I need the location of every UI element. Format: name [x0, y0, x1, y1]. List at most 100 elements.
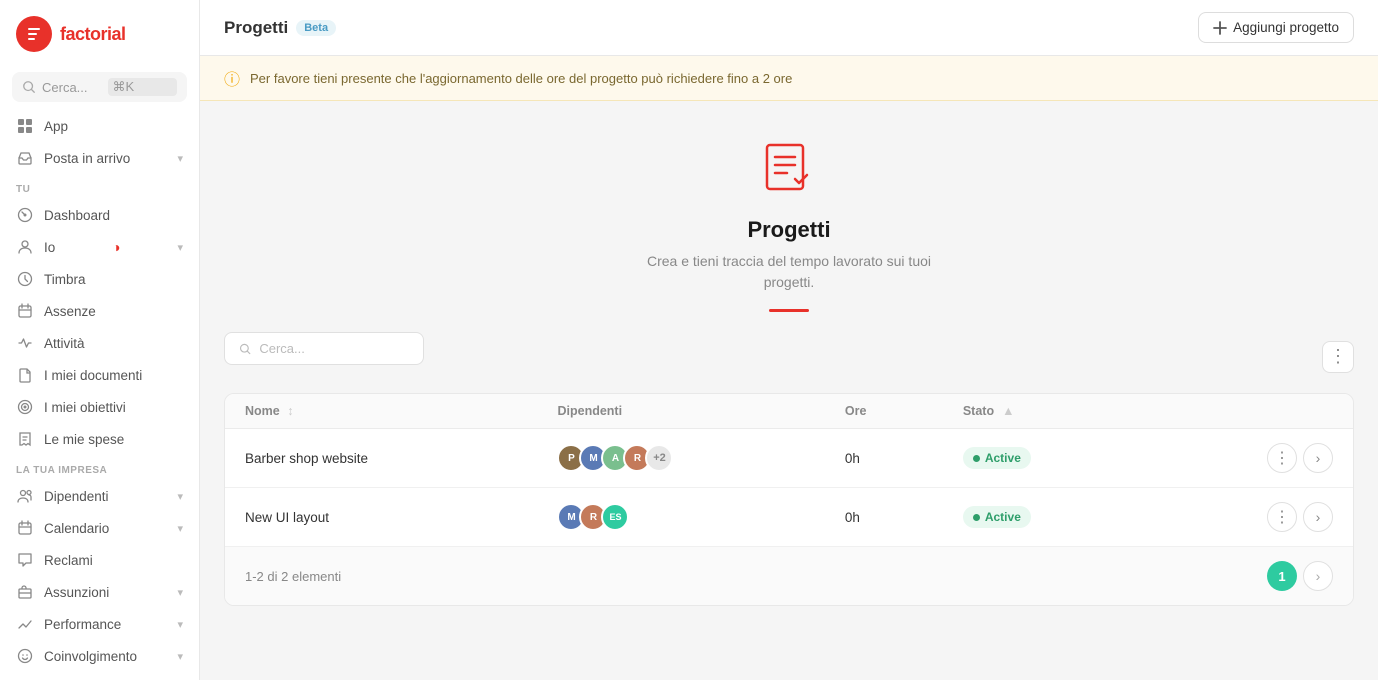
sidebar-item-assenze[interactable]: Assenze	[0, 295, 199, 327]
sidebar-item-rilevazione[interactable]: Rilevazione prese...	[0, 672, 199, 680]
sidebar-item-assunzioni-label: Assunzioni	[44, 585, 109, 600]
sidebar-search[interactable]: Cerca... ⌘K	[12, 72, 187, 102]
clock-icon	[16, 270, 34, 288]
status-badge: Active	[963, 506, 1031, 528]
calendar-icon	[16, 519, 34, 537]
pagination-controls: 1 ›	[943, 547, 1353, 606]
chart-icon	[16, 615, 34, 633]
status-dot	[973, 455, 980, 462]
briefcase-icon	[16, 583, 34, 601]
hero-divider	[769, 309, 809, 312]
sidebar-item-dipendenti[interactable]: Dipendenti ▾	[0, 480, 199, 512]
activity-icon	[16, 334, 34, 352]
sidebar-item-dipendenti-label: Dipendenti	[44, 489, 109, 504]
section-label-tu: TU	[0, 174, 199, 199]
row-more-btn-1[interactable]: ⋮	[1267, 443, 1297, 473]
current-page: 1	[1267, 561, 1297, 591]
table-search-bar[interactable]	[224, 332, 424, 365]
status-dot	[973, 514, 980, 521]
pagination-text: 1-2 di 2 elementi	[225, 547, 943, 606]
sidebar-item-reclami-label: Reclami	[44, 553, 93, 568]
hero-title: Progetti	[747, 217, 830, 243]
table-search-icon	[239, 342, 251, 356]
table-search-input[interactable]	[259, 341, 409, 356]
search-icon	[22, 80, 36, 94]
chevron-icon-cal: ▾	[177, 522, 183, 535]
sidebar-item-obiettivi[interactable]: I miei obiettivi	[0, 391, 199, 423]
calendar-x-icon	[16, 302, 34, 320]
sidebar-item-obiettivi-label: I miei obiettivi	[44, 400, 126, 415]
sort-nome-icon: ↕	[287, 404, 293, 418]
sidebar-item-app-label: App	[44, 119, 68, 134]
table-section: ⋮ Nome ↕ Dipendenti	[200, 332, 1378, 630]
sidebar-item-app[interactable]: App	[0, 110, 199, 142]
sidebar-item-spese-label: Le mie spese	[44, 432, 124, 447]
table-options-btn[interactable]: ⋮	[1322, 341, 1354, 373]
sidebar-item-coinvolgimento[interactable]: Coinvolgimento ▾	[0, 640, 199, 672]
project-avatars-1: P M A R +2	[537, 429, 824, 488]
main-content: Progetti Beta Aggiungi progetto ⓘ Per fa…	[200, 0, 1378, 680]
add-project-button[interactable]: Aggiungi progetto	[1198, 12, 1354, 43]
sidebar-item-posta[interactable]: Posta in arrivo ▾	[0, 142, 199, 174]
sidebar-item-posta-label: Posta in arrivo	[44, 151, 130, 166]
sidebar-item-assenze-label: Assenze	[44, 304, 96, 319]
sidebar-item-io[interactable]: Io ◑ ▾	[0, 231, 199, 263]
sidebar-item-coinvolgimento-label: Coinvolgimento	[44, 649, 137, 664]
search-shortcut: ⌘K	[108, 78, 178, 96]
grid-icon	[16, 117, 34, 135]
hero-subtitle: Crea e tieni traccia del tempo lavorato …	[647, 251, 931, 293]
person-icon	[16, 238, 34, 256]
sidebar: factorial Cerca... ⌘K App Posta in arriv…	[0, 0, 200, 680]
sidebar-item-performance[interactable]: Performance ▾	[0, 608, 199, 640]
projects-icon	[759, 141, 819, 201]
project-name-2: New UI layout	[225, 488, 537, 547]
row-arrow-btn-2[interactable]: ›	[1303, 502, 1333, 532]
dashboard-icon	[16, 206, 34, 224]
project-avatars-2: M R ES	[537, 488, 824, 547]
expand-icon: ◑	[112, 239, 120, 255]
info-banner: ⓘ Per favore tieni presente che l'aggior…	[200, 56, 1378, 101]
sidebar-item-performance-label: Performance	[44, 617, 121, 632]
project-stato-2: Active	[943, 488, 1150, 547]
sidebar-item-dashboard-label: Dashboard	[44, 208, 110, 223]
col-stato[interactable]: Stato ▲	[943, 394, 1150, 428]
project-ore-1: 0h	[825, 429, 943, 488]
sidebar-item-timbra[interactable]: Timbra	[0, 263, 199, 295]
col-dipendenti: Dipendenti	[537, 394, 824, 429]
info-icon: ⓘ	[224, 66, 240, 90]
chat-icon	[16, 551, 34, 569]
sidebar-item-io-label: Io	[44, 240, 55, 255]
sidebar-item-dashboard[interactable]: Dashboard	[0, 199, 199, 231]
sidebar-item-spese[interactable]: Le mie spese	[0, 423, 199, 455]
sidebar-item-calendario[interactable]: Calendario ▾	[0, 512, 199, 544]
inbox-icon	[16, 149, 34, 167]
project-actions-2: ⋮ ›	[1150, 488, 1353, 547]
chevron-icon: ▾	[177, 152, 183, 165]
row-arrow-btn-1[interactable]: ›	[1303, 443, 1333, 473]
col-nome[interactable]: Nome ↕	[225, 394, 537, 429]
users-icon	[16, 487, 34, 505]
avatar-more: +2	[645, 444, 673, 472]
table-row: New UI layout M R ES 0h	[225, 488, 1353, 547]
project-stato-1: Active	[943, 429, 1150, 488]
add-project-label: Aggiungi progetto	[1233, 20, 1339, 35]
project-actions-1: ⋮ ›	[1150, 429, 1353, 488]
chevron-icon-coin: ▾	[177, 650, 183, 663]
sidebar-item-documenti-label: I miei documenti	[44, 368, 142, 383]
next-page-btn[interactable]: ›	[1303, 561, 1333, 591]
target-icon	[16, 398, 34, 416]
sidebar-item-documenti[interactable]: I miei documenti	[0, 359, 199, 391]
chevron-icon-dip: ▾	[177, 490, 183, 503]
logo-text: factorial	[60, 24, 126, 45]
plus-icon	[1213, 21, 1227, 35]
sidebar-item-reclami[interactable]: Reclami	[0, 544, 199, 576]
document-icon	[16, 366, 34, 384]
sort-stato-icon: ▲	[1002, 404, 1014, 418]
sidebar-item-attivita[interactable]: Attività	[0, 327, 199, 359]
sidebar-item-timbra-label: Timbra	[44, 272, 86, 287]
row-more-btn-2[interactable]: ⋮	[1267, 502, 1297, 532]
sidebar-item-assunzioni[interactable]: Assunzioni ▾	[0, 576, 199, 608]
content-area: Progetti Crea e tieni traccia del tempo …	[200, 101, 1378, 680]
section-label-impresa: LA TUA IMPRESA	[0, 455, 199, 480]
chevron-icon-perf: ▾	[177, 618, 183, 631]
